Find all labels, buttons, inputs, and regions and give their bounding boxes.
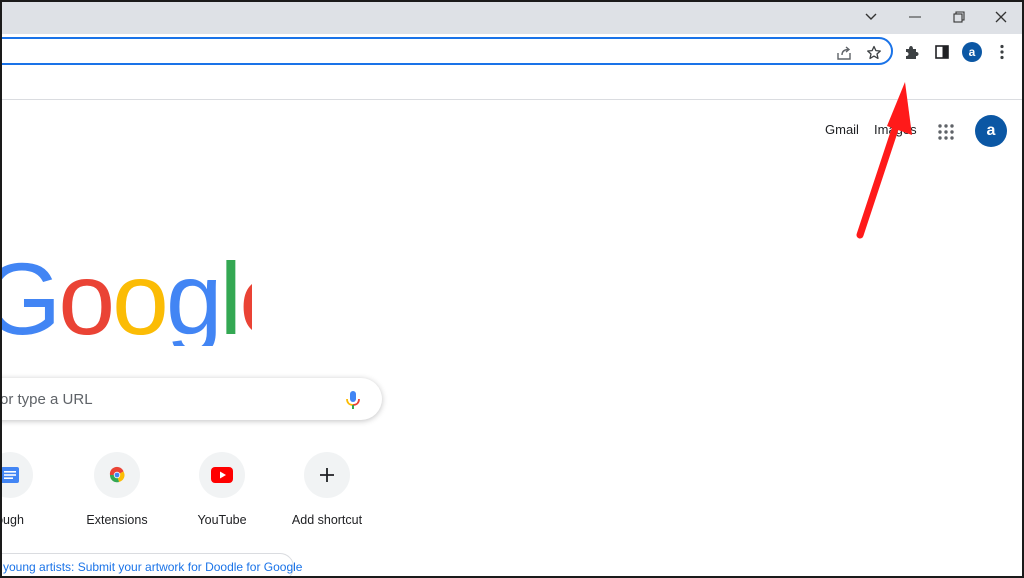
- youtube-icon: [199, 452, 245, 498]
- side-panel-icon[interactable]: [930, 40, 954, 64]
- doodle-promo-chip[interactable]: young artists: Submit your artwork for D…: [2, 553, 302, 576]
- plus-icon: [304, 452, 350, 498]
- extensions-puzzle-icon[interactable]: [899, 40, 923, 64]
- shortcut-label: Extensions: [86, 513, 148, 527]
- address-bar[interactable]: [2, 37, 893, 65]
- profile-avatar[interactable]: a: [960, 40, 984, 64]
- logo-letter-l: l: [220, 246, 240, 346]
- title-bar: [2, 2, 1022, 34]
- minimize-icon[interactable]: [893, 2, 937, 32]
- kebab-menu-icon[interactable]: [990, 40, 1014, 64]
- restore-icon[interactable]: [937, 2, 981, 32]
- images-link[interactable]: Images: [874, 122, 917, 137]
- gmail-link[interactable]: Gmail: [825, 122, 859, 137]
- google-account-avatar[interactable]: a: [975, 115, 1007, 147]
- docs-icon: [2, 452, 33, 498]
- logo-letter-e: e: [239, 246, 252, 346]
- google-apps-grid-icon[interactable]: [932, 118, 960, 146]
- shortcut-label: YouTube: [197, 513, 247, 527]
- shortcut-tile[interactable]: ough: [2, 452, 66, 542]
- add-shortcut-button[interactable]: Add shortcut: [271, 452, 383, 542]
- share-icon[interactable]: [834, 43, 854, 63]
- browser-window: a Gmail Images a Google or type a URL: [0, 0, 1024, 578]
- microphone-icon[interactable]: [343, 389, 363, 411]
- profile-initial: a: [962, 42, 982, 62]
- shortcut-label: Add shortcut: [291, 513, 363, 527]
- close-icon[interactable]: [979, 2, 1022, 32]
- shortcut-tile-extensions[interactable]: Extensions: [61, 452, 173, 542]
- tab-search-chevron-down-icon[interactable]: [849, 2, 893, 32]
- logo-letter-o1: o: [58, 246, 112, 346]
- logo-letter-g: g: [166, 246, 220, 346]
- ntp-search-box[interactable]: or type a URL: [0, 378, 382, 420]
- search-placeholder: or type a URL: [0, 391, 93, 408]
- shortcut-label: ough: [2, 513, 24, 527]
- google-logo: Google: [0, 242, 296, 356]
- logo-letter-G: G: [0, 246, 58, 346]
- google-logo-svg: Google: [0, 242, 296, 356]
- svg-text:Google: Google: [0, 246, 252, 346]
- promo-text: young artists: Submit your artwork for D…: [3, 560, 303, 574]
- bookmark-star-icon[interactable]: [864, 43, 884, 63]
- toolbar: a: [2, 34, 1022, 72]
- shortcut-tile-youtube[interactable]: YouTube: [166, 452, 278, 542]
- bookmarks-bar: [2, 72, 1022, 100]
- logo-letter-o2: o: [112, 246, 166, 346]
- chrome-icon: [94, 452, 140, 498]
